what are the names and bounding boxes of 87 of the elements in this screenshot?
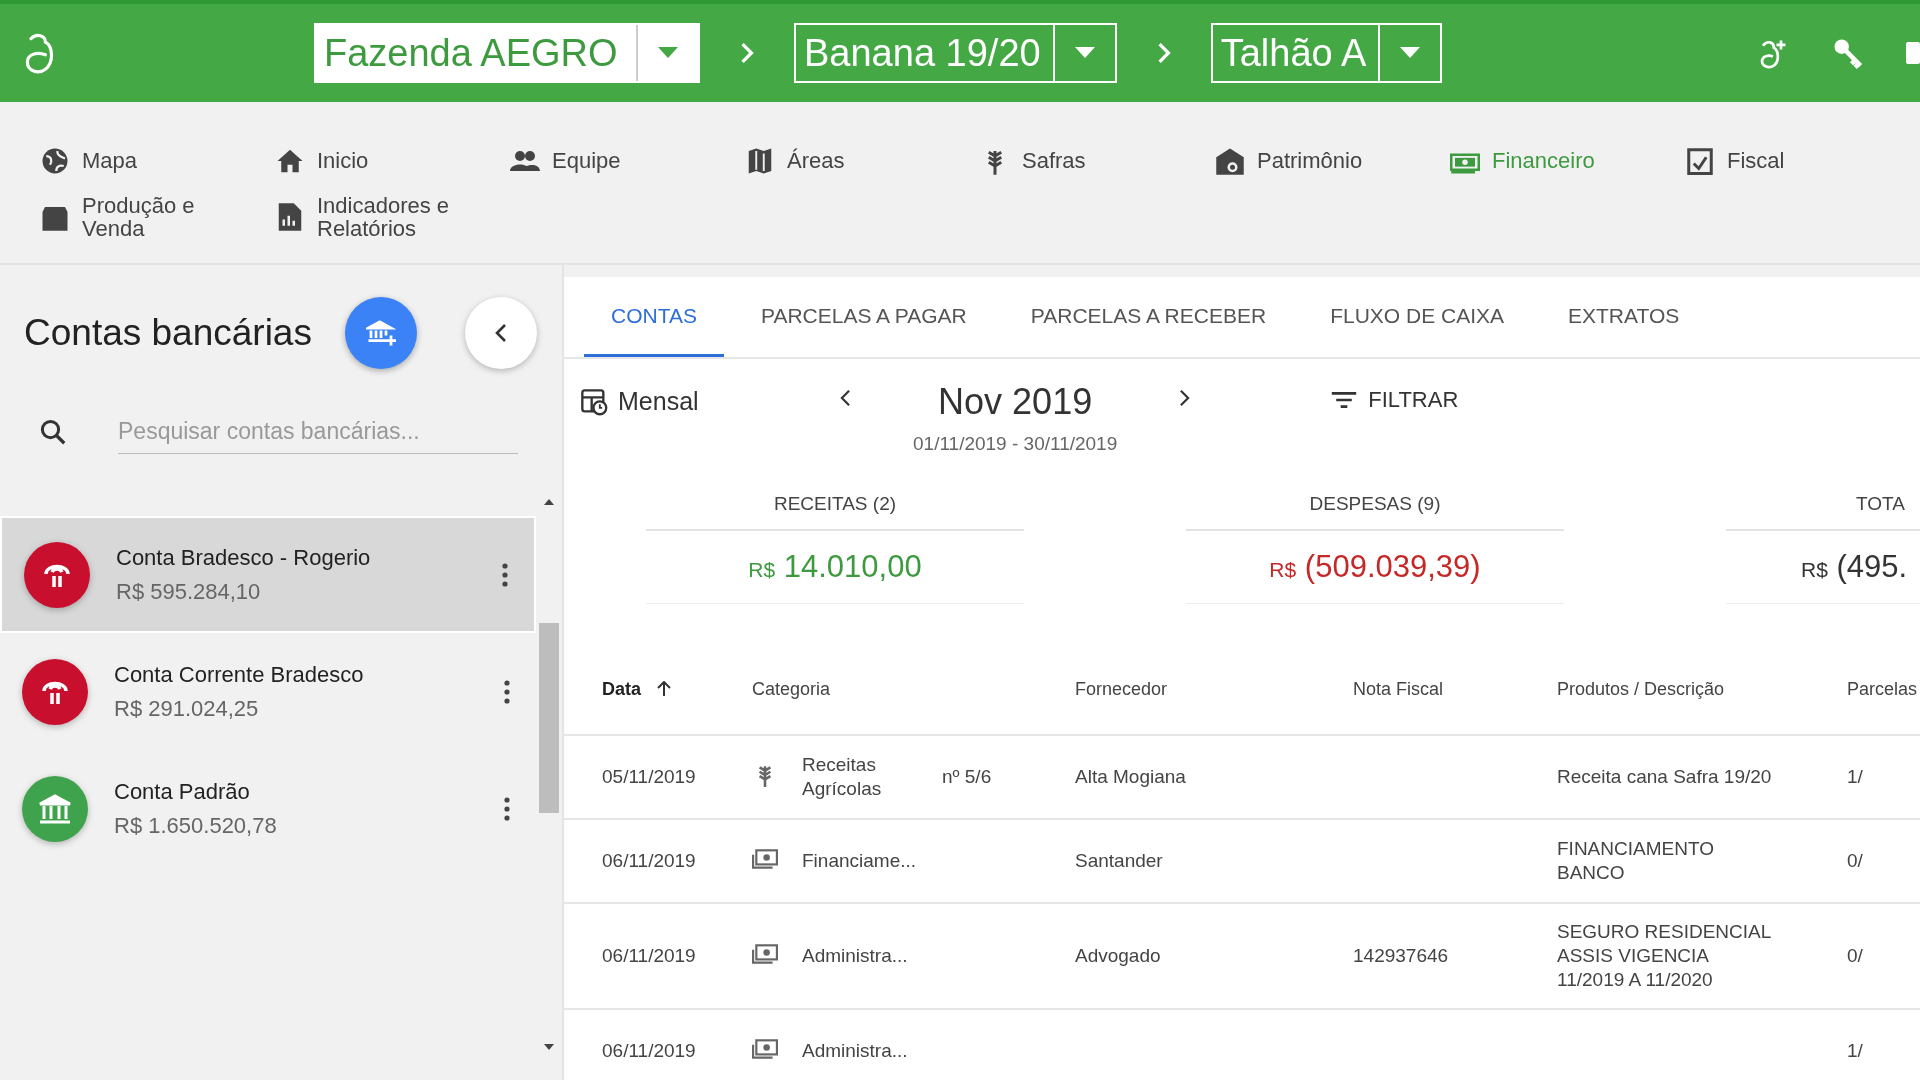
table-cell: 0/ [1847, 945, 1863, 966]
table-cell: Financiame... [802, 850, 917, 871]
account-name: Conta Bradesco - Rogerio [116, 544, 372, 571]
previous-icon[interactable] [840, 389, 851, 407]
nav-item[interactable]: Mapa [40, 130, 275, 192]
barn-icon [1215, 146, 1245, 176]
table-cell: Administra... [802, 1040, 908, 1061]
month-label: Nov 2019 [938, 381, 1093, 423]
nav-item[interactable]: Equipe [510, 130, 745, 192]
summary-title: RECEITAS (2) [646, 487, 1024, 531]
search-field[interactable]: Pesquisar contas bancárias... [118, 410, 518, 454]
table-cell: Receita cana Safra 19/20 [1557, 766, 1772, 787]
summary-amount: R$ 14.010,00 [646, 531, 1024, 604]
summary-amount: R$ (495. [1726, 531, 1920, 604]
table-cell-text: 06/11/2019 [602, 850, 697, 872]
nav-item[interactable]: Produção e Venda [40, 192, 275, 242]
account-balance: R$ 1.650.520,78 [114, 812, 278, 839]
filter-button[interactable]: FILTRAR [1330, 381, 1459, 413]
summary-title: TOTA [1726, 487, 1920, 531]
table-cell: Administra... [802, 945, 908, 966]
table-cell: 142937646 [1353, 945, 1449, 966]
table-cell: Santander [1075, 850, 1163, 871]
nav-item[interactable]: Fiscal [1685, 130, 1920, 192]
account-balance: R$ 291.024,25 [114, 695, 260, 722]
nav-item[interactable]: Áreas [745, 130, 980, 192]
table-cell: SEGURO RESIDENCIAL ASSIS VIGENCIA 11/2019 A 11/2020 [1557, 921, 1771, 990]
account-item[interactable]: Conta Corrente Bradesco R$ 291.024,25 [0, 633, 536, 750]
more-icon[interactable] [504, 679, 510, 704]
table-cell-text: 06/11/2019 [602, 1040, 697, 1062]
panel-title: Contas bancárias [24, 311, 313, 354]
account-name: Conta Corrente Bradesco [114, 661, 365, 688]
tab[interactable]: EXTRATOS [1541, 277, 1707, 357]
nav-item[interactable]: Inicio [275, 130, 510, 192]
more-icon[interactable] [504, 796, 510, 821]
selector-value: Talhão A [1219, 31, 1368, 76]
date-range: 01/11/2019 - 30/11/2019 [913, 433, 1118, 455]
tab[interactable]: CONTAS [584, 277, 724, 357]
column-header[interactable]: Parcelas [1847, 678, 1920, 700]
chevron-icon [740, 42, 754, 64]
table-cell: 0/ [1847, 850, 1863, 871]
account-item[interactable]: Conta Bradesco - Rogerio R$ 595.284,10 [0, 516, 536, 633]
caret-icon [1399, 47, 1422, 59]
summary-title: DESPESAS (9) [1186, 487, 1564, 531]
filter-icon [1330, 390, 1359, 410]
nav-item[interactable]: Indicadores e Relatórios [275, 192, 510, 242]
back-icon [495, 322, 507, 343]
table-cell: 1/ [1847, 766, 1863, 787]
tab[interactable]: FLUXO DE CAIXA [1303, 277, 1532, 357]
calendar-clock-icon [580, 387, 608, 416]
nav-item[interactable]: Patrimônio [1215, 130, 1450, 192]
document-icon [1685, 146, 1715, 176]
table-cell: FINANCIAMENTO BANCO [1557, 838, 1714, 883]
account-item[interactable]: Conta Padrão R$ 1.650.520,78 [0, 750, 536, 867]
globe-icon [40, 146, 70, 176]
table-cell: Advogado [1075, 945, 1161, 966]
table-cell: Alta Mogiana [1075, 766, 1186, 787]
selector-value: Fazenda AEGRO [323, 31, 619, 76]
column-header[interactable]: Nota Fiscal [1353, 678, 1557, 700]
table-cell-text: 05/11/2019 [602, 766, 697, 788]
search-icon [38, 417, 68, 447]
summary-amount: R$ (509.039,39) [1186, 531, 1564, 604]
bank-add-icon [366, 317, 396, 348]
account-name: Conta Padrão [114, 778, 251, 805]
caret-icon [1073, 47, 1096, 59]
tab[interactable]: PARCELAS A PAGAR [733, 277, 994, 357]
column-header[interactable]: Produtos / Descrição [1557, 678, 1847, 700]
selector-value: Banana 19/20 [803, 31, 1042, 76]
scroll-down-icon[interactable] [544, 1044, 554, 1050]
next-icon[interactable] [1179, 389, 1191, 407]
table-cell: 1/ [1847, 1040, 1863, 1061]
tab[interactable]: PARCELAS A RECEBER [1003, 277, 1294, 357]
table-cell: Receitas Agrícolas [802, 754, 882, 799]
period-mode-button[interactable]: Mensal [580, 381, 840, 416]
account-balance: R$ 595.284,10 [116, 578, 262, 605]
sort-up-icon [657, 681, 671, 697]
column-header[interactable]: Fornecedor [1075, 678, 1353, 700]
selector-dropdown[interactable]: Fazenda AEGRO [314, 23, 700, 83]
chevron-icon [1156, 42, 1171, 64]
add-bank-button[interactable] [345, 296, 417, 369]
more-icon[interactable] [502, 562, 508, 587]
table-cell-text: 06/11/2019 [602, 945, 697, 967]
scroll-up-icon[interactable] [544, 499, 554, 505]
installment-label: nº 5/6 [942, 766, 992, 787]
column-header[interactable]: Data [602, 678, 752, 700]
caret-icon [657, 47, 679, 59]
nav-item[interactable]: Safras [980, 130, 1215, 192]
column-header[interactable]: Categoria [752, 678, 1075, 700]
